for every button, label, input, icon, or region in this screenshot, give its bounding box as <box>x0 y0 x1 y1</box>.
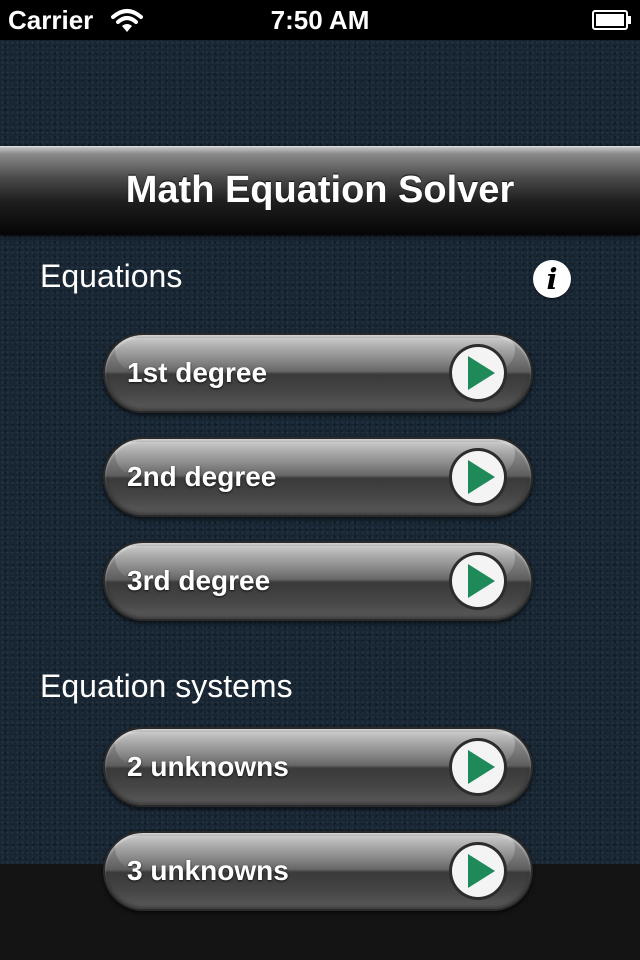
play-arrow-icon <box>449 842 507 900</box>
button-label: 3rd degree <box>127 565 271 596</box>
section-header-equation-systems: Equation systems <box>40 668 293 704</box>
battery-icon <box>592 10 631 30</box>
info-icon: i <box>546 262 558 296</box>
play-arrow-icon <box>449 344 507 402</box>
info-button[interactable]: i <box>533 260 571 298</box>
play-arrow-icon <box>449 552 507 610</box>
section-header-equations: Equations <box>40 258 183 294</box>
status-time: 7:50 AM <box>270 5 370 35</box>
button-label: 3 unknowns <box>127 855 289 886</box>
status-bar: Carrier 7:50 AM <box>0 0 640 40</box>
button-label: 1st degree <box>127 357 268 388</box>
three-unknowns-button[interactable]: 3 unknowns <box>103 831 533 911</box>
button-label: 2nd degree <box>127 461 277 492</box>
play-arrow-icon <box>449 738 507 796</box>
title-bar: Math Equation Solver <box>0 146 640 235</box>
first-degree-button[interactable]: 1st degree <box>103 333 533 413</box>
second-degree-button[interactable]: 2nd degree <box>103 437 533 517</box>
third-degree-button[interactable]: 3rd degree <box>103 541 533 621</box>
button-label: 2 unknowns <box>127 751 289 782</box>
play-arrow-icon <box>449 448 507 506</box>
two-unknowns-button[interactable]: 2 unknowns <box>103 727 533 807</box>
page-title: Math Equation Solver <box>125 169 515 211</box>
